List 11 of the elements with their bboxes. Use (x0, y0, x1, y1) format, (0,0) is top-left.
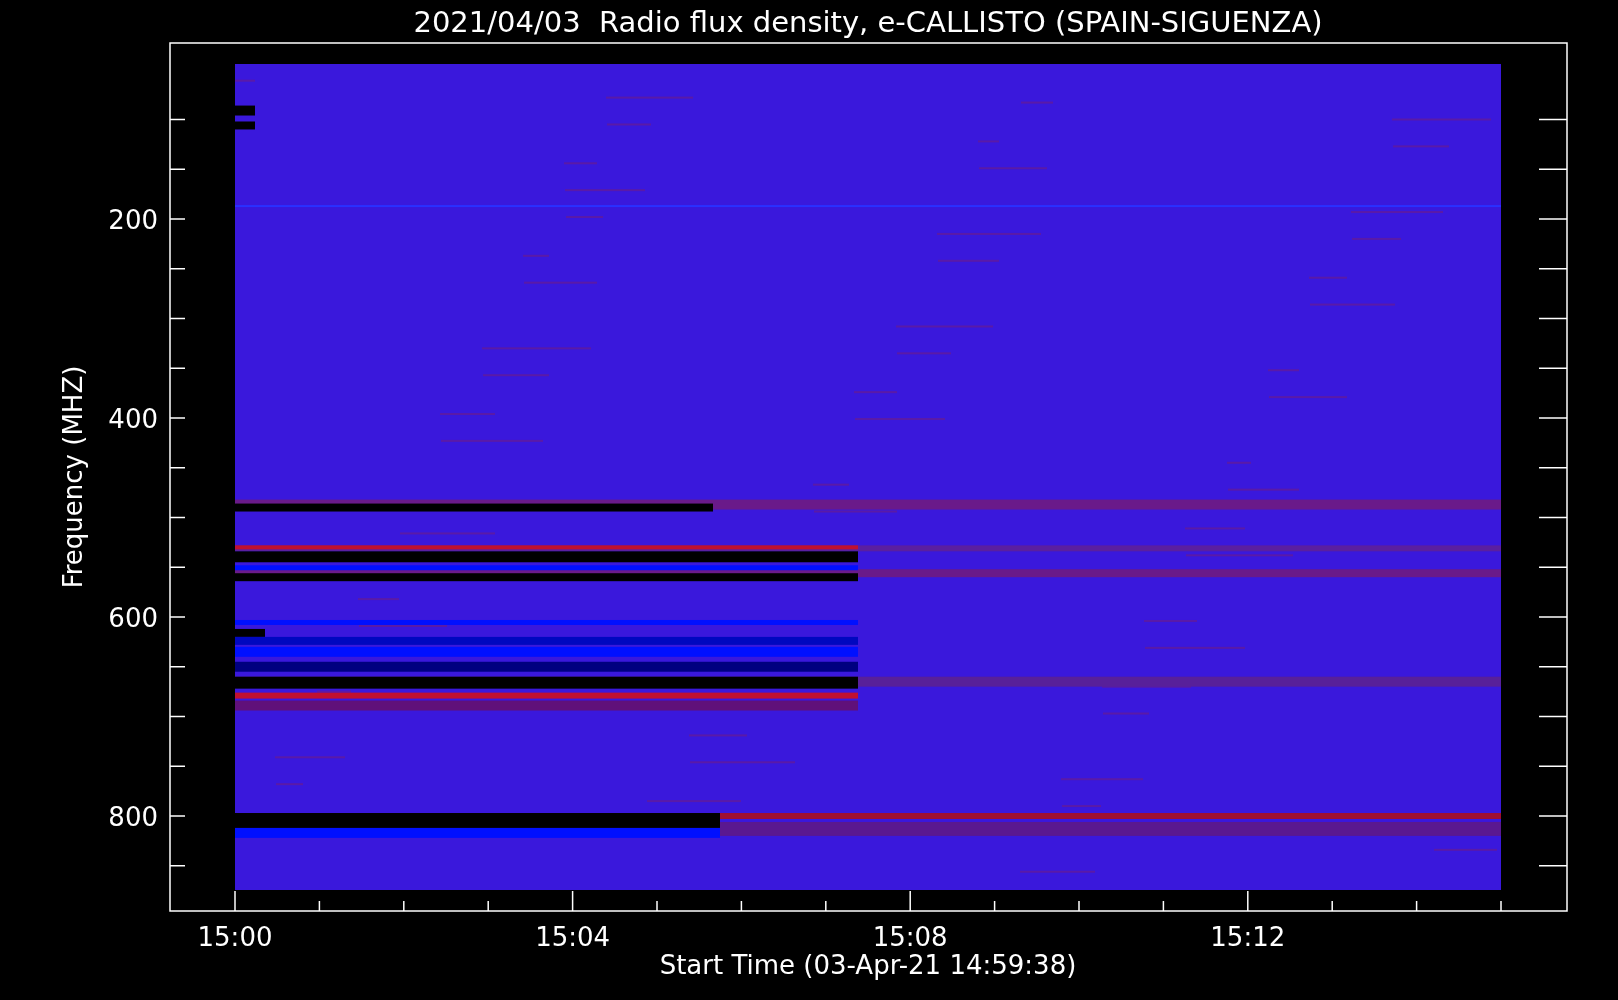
chart-title: 2021/04/03 Radio flux density, e-CALLISTO (SPAIN-SIGUENZA) (413, 5, 1323, 39)
tick-label: 15:12 (1210, 922, 1286, 952)
tick-label: 200 (108, 205, 158, 235)
tick-label: 600 (108, 603, 158, 633)
tick-label: 15:00 (197, 922, 273, 952)
tick-label: 15:04 (535, 922, 611, 952)
tick-label: 400 (108, 404, 158, 434)
axis-label: Start Time (03-Apr-21 14:59:38) (659, 950, 1077, 980)
tick-label: 800 (108, 802, 158, 832)
axis-label: Frequency (MHZ) (58, 365, 88, 589)
tick-label: 15:08 (872, 922, 948, 952)
